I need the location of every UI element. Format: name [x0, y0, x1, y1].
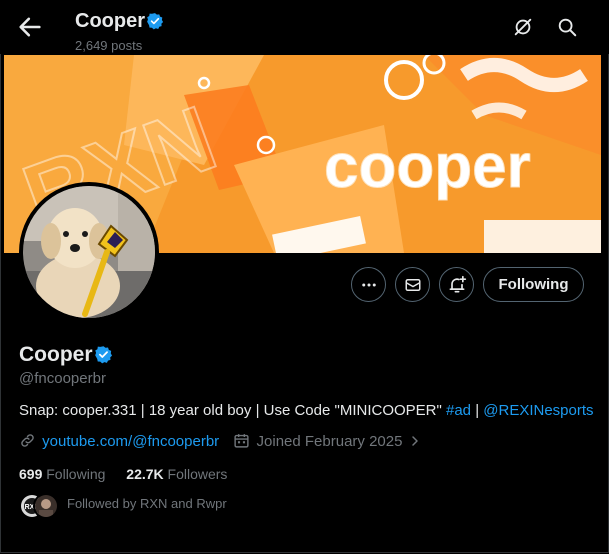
profile-name: Cooper — [19, 343, 93, 366]
header-post-count: 2,649 posts — [75, 38, 143, 53]
follower-avatar — [33, 493, 59, 519]
more-dots-icon — [361, 283, 376, 286]
profile-meta-row: youtube.com/@fncooperbr Joined February … — [19, 432, 421, 452]
following-button[interactable]: Following — [483, 267, 584, 302]
profile-handle: @fncooperbr — [19, 370, 106, 387]
notifications-button[interactable] — [439, 267, 474, 302]
profile-stats: 699 Following 22.7K Followers — [19, 466, 227, 482]
envelope-icon — [405, 278, 420, 291]
profile-header-bar: Cooper 2,649 posts — [0, 0, 609, 54]
grok-slash-icon[interactable] — [512, 16, 534, 38]
more-options-button[interactable] — [351, 267, 386, 302]
bell-plus-icon — [449, 275, 466, 292]
followers-count: 22.7K — [126, 466, 164, 482]
bio-mention-link[interactable]: @REXINesports — [483, 402, 593, 419]
chevron-right-icon[interactable] — [409, 435, 421, 447]
bio-text: Snap: cooper.331 | 18 year old boy | Use… — [19, 402, 446, 419]
website-link[interactable]: youtube.com/@fncooperbr — [42, 433, 219, 450]
search-icon[interactable] — [556, 16, 578, 38]
banner-wordmark: cooper — [324, 132, 531, 201]
followers-label: Followers — [167, 466, 228, 482]
profile-bio: Snap: cooper.331 | 18 year old boy | Use… — [19, 402, 594, 419]
header-name: Cooper — [75, 10, 145, 32]
followed-by-text[interactable]: Followed by RXN and Rwpr — [67, 496, 227, 511]
joined-date: Joined February 2025 — [256, 433, 403, 450]
bio-separator: | — [471, 402, 484, 419]
calendar-icon — [234, 434, 249, 448]
bio-hashtag-link[interactable]: #ad — [446, 402, 471, 419]
message-button[interactable] — [395, 267, 430, 302]
followers-count-link[interactable]: 22.7K Followers — [126, 466, 227, 482]
following-label: Following — [46, 466, 106, 482]
following-count-link[interactable]: 699 Following — [19, 466, 105, 482]
link-icon — [21, 434, 34, 447]
profile-avatar[interactable] — [19, 182, 159, 322]
verified-badge-icon — [146, 12, 164, 30]
back-arrow-icon[interactable] — [16, 13, 44, 41]
verified-badge-icon[interactable] — [94, 345, 113, 364]
following-count: 699 — [19, 466, 43, 482]
